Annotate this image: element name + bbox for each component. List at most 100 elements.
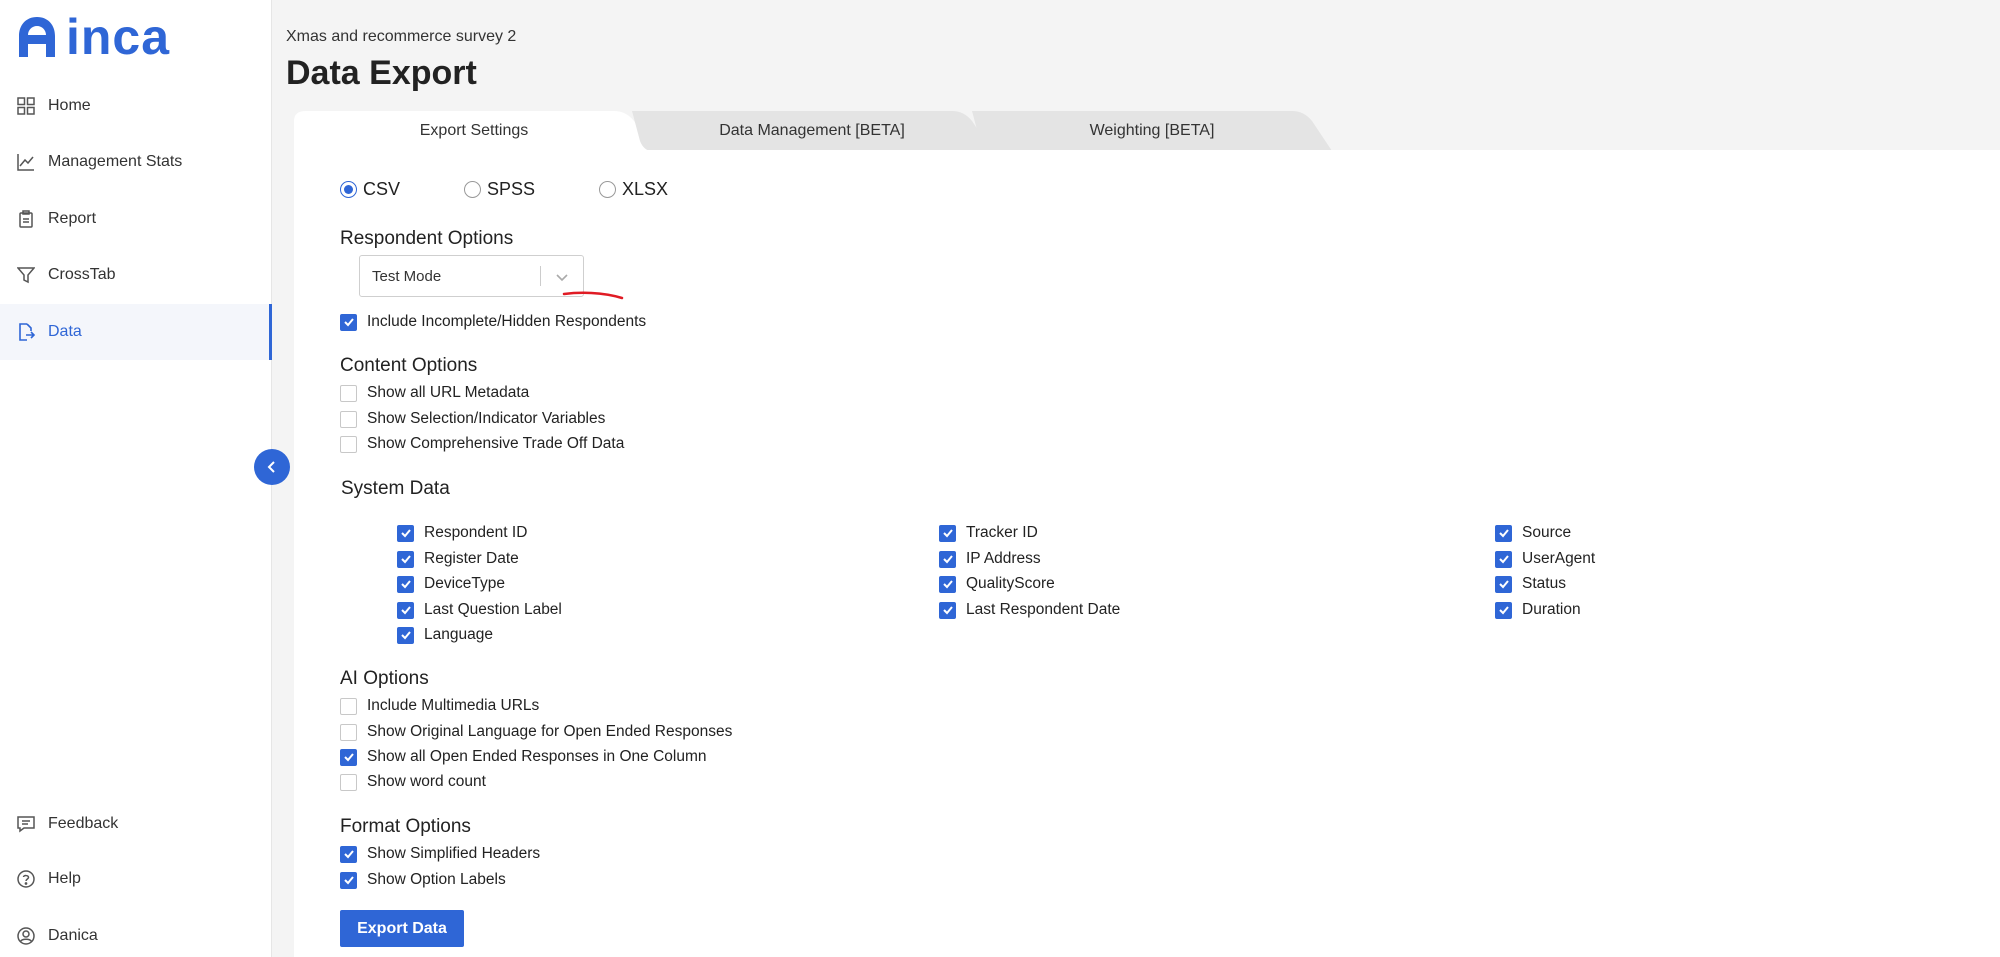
- tab-data-management[interactable]: Data Management [BETA]: [632, 111, 992, 151]
- sidebar-item-label: Help: [48, 870, 81, 887]
- checkbox-label: Tracker ID: [966, 524, 1038, 541]
- open-ended-one-column-checkbox[interactable]: Show all Open Ended Responses in One Col…: [340, 748, 706, 766]
- checkbox-label: Show all Open Ended Responses in One Col…: [367, 748, 707, 765]
- grid-icon: [16, 96, 36, 116]
- sidebar-item-home[interactable]: Home: [0, 78, 272, 134]
- show-original-language-checkbox[interactable]: Show Original Language for Open Ended Re…: [340, 723, 732, 741]
- checkbox-checked: [1495, 601, 1512, 619]
- radio-indicator: [599, 181, 616, 198]
- last-respondent-date-checkbox[interactable]: Last Respondent Date: [939, 601, 1120, 619]
- device-type-checkbox[interactable]: DeviceType: [397, 575, 505, 593]
- checkbox-label: Show Simplified Headers: [367, 845, 541, 862]
- quality-score-checkbox[interactable]: QualityScore: [939, 575, 1055, 593]
- show-selection-variables-checkbox[interactable]: Show Selection/Indicator Variables: [340, 410, 605, 428]
- format-radio-csv[interactable]: CSV: [340, 179, 400, 200]
- checkbox-checked: [1495, 524, 1512, 542]
- checkbox-label: Respondent ID: [424, 524, 528, 541]
- checkbox-label: Show Comprehensive Trade Off Data: [367, 435, 625, 452]
- sidebar-item-label: Home: [48, 97, 91, 114]
- checkbox-label: Include Incomplete/Hidden Respondents: [367, 313, 647, 330]
- sidebar-item-report[interactable]: Report: [0, 191, 272, 247]
- checkbox-label: Register Date: [424, 550, 519, 567]
- line-chart-icon: [16, 152, 36, 172]
- main-content: Xmas and recommerce survey 2 Data Export…: [272, 0, 2000, 957]
- checkbox-label: Last Respondent Date: [966, 601, 1121, 618]
- checkbox-checked: [939, 524, 956, 542]
- checkbox-checked: [939, 550, 956, 568]
- sidebar-item-label: Data: [48, 323, 82, 340]
- show-option-labels-checkbox[interactable]: Show Option Labels: [340, 871, 506, 889]
- checkbox-label: Status: [1522, 575, 1566, 592]
- inca-logo-icon: [19, 17, 55, 57]
- format-radio-xlsx[interactable]: XLSX: [599, 179, 668, 200]
- tab-label: Export Settings: [419, 122, 529, 139]
- ip-address-checkbox[interactable]: IP Address: [939, 550, 1041, 568]
- checkbox-checked: [397, 524, 414, 542]
- register-date-checkbox[interactable]: Register Date: [397, 550, 519, 568]
- show-trade-off-data-checkbox[interactable]: Show Comprehensive Trade Off Data: [340, 435, 624, 453]
- brand-name: inca: [66, 9, 171, 65]
- duration-checkbox[interactable]: Duration: [1495, 601, 1581, 619]
- sidebar-item-user[interactable]: Danica: [0, 908, 272, 957]
- export-data-button[interactable]: Export Data: [340, 910, 464, 947]
- chevron-down-icon: [556, 274, 568, 282]
- sidebar: inca Home Management Stats Report CrossT…: [0, 0, 272, 957]
- respondent-id-checkbox[interactable]: Respondent ID: [397, 524, 527, 542]
- checkbox-unchecked: [340, 384, 357, 402]
- tab-label: Data Management [BETA]: [719, 122, 905, 139]
- source-checkbox[interactable]: Source: [1495, 524, 1571, 542]
- tab-export-settings[interactable]: Export Settings: [294, 111, 654, 151]
- checkbox-unchecked: [340, 697, 357, 715]
- checkbox-label: Duration: [1522, 601, 1581, 618]
- export-file-icon: [16, 322, 36, 342]
- respondent-options-heading: Respondent Options: [340, 228, 514, 249]
- chevron-left-icon: [267, 461, 275, 473]
- sidebar-item-label: Danica: [48, 927, 98, 944]
- language-checkbox[interactable]: Language: [397, 626, 493, 644]
- show-word-count-checkbox[interactable]: Show word count: [340, 773, 486, 791]
- checkbox-checked: [340, 845, 357, 863]
- logo[interactable]: inca: [14, 9, 171, 65]
- include-multimedia-urls-checkbox[interactable]: Include Multimedia URLs: [340, 697, 539, 715]
- last-question-label-checkbox[interactable]: Last Question Label: [397, 601, 562, 619]
- checkbox-unchecked: [340, 435, 357, 453]
- feedback-icon: [16, 814, 36, 834]
- content-options-heading: Content Options: [340, 355, 478, 376]
- checkbox-checked: [340, 871, 357, 889]
- sidebar-item-crosstab[interactable]: CrossTab: [0, 247, 272, 303]
- collapse-sidebar-button[interactable]: [254, 449, 290, 485]
- checkbox-label: Show Original Language for Open Ended Re…: [367, 723, 733, 740]
- checkbox-label: Include Multimedia URLs: [367, 697, 540, 714]
- page-title: Data Export: [286, 54, 477, 92]
- checkbox-checked: [1495, 550, 1512, 568]
- select-value: Test Mode: [372, 267, 442, 285]
- red-underline-annotation: [562, 291, 624, 300]
- respondent-mode-select[interactable]: Test Mode: [359, 255, 584, 297]
- sidebar-item-help[interactable]: Help: [0, 851, 272, 907]
- radio-label: CSV: [363, 179, 401, 199]
- radio-label: SPSS: [487, 179, 536, 199]
- sidebar-item-data[interactable]: Data: [0, 304, 272, 360]
- show-simplified-headers-checkbox[interactable]: Show Simplified Headers: [340, 845, 540, 863]
- radio-selected-indicator: [340, 181, 357, 198]
- select-divider: [540, 266, 541, 286]
- show-url-metadata-checkbox[interactable]: Show all URL Metadata: [340, 384, 529, 402]
- export-settings-panel: CSV SPSS XLSX Respondent Options Test Mo…: [294, 150, 2000, 957]
- checkbox-checked: [397, 626, 414, 644]
- status-checkbox[interactable]: Status: [1495, 575, 1566, 593]
- user-icon: [16, 926, 36, 946]
- include-incomplete-checkbox[interactable]: Include Incomplete/Hidden Respondents: [340, 313, 646, 331]
- tracker-id-checkbox[interactable]: Tracker ID: [939, 524, 1038, 542]
- user-agent-checkbox[interactable]: UserAgent: [1495, 550, 1595, 568]
- checkbox-checked: [397, 575, 414, 593]
- sidebar-item-feedback[interactable]: Feedback: [0, 796, 272, 852]
- format-options-heading: Format Options: [340, 816, 471, 837]
- format-radio-spss[interactable]: SPSS: [464, 179, 535, 200]
- checkbox-checked: [397, 601, 414, 619]
- clipboard-icon: [16, 209, 36, 229]
- checkbox-label: UserAgent: [1522, 550, 1596, 567]
- sidebar-item-label: Feedback: [48, 815, 119, 832]
- tab-weighting[interactable]: Weighting [BETA]: [972, 111, 1332, 151]
- sidebar-item-management-stats[interactable]: Management Stats: [0, 134, 272, 190]
- survey-name: Xmas and recommerce survey 2: [286, 28, 517, 45]
